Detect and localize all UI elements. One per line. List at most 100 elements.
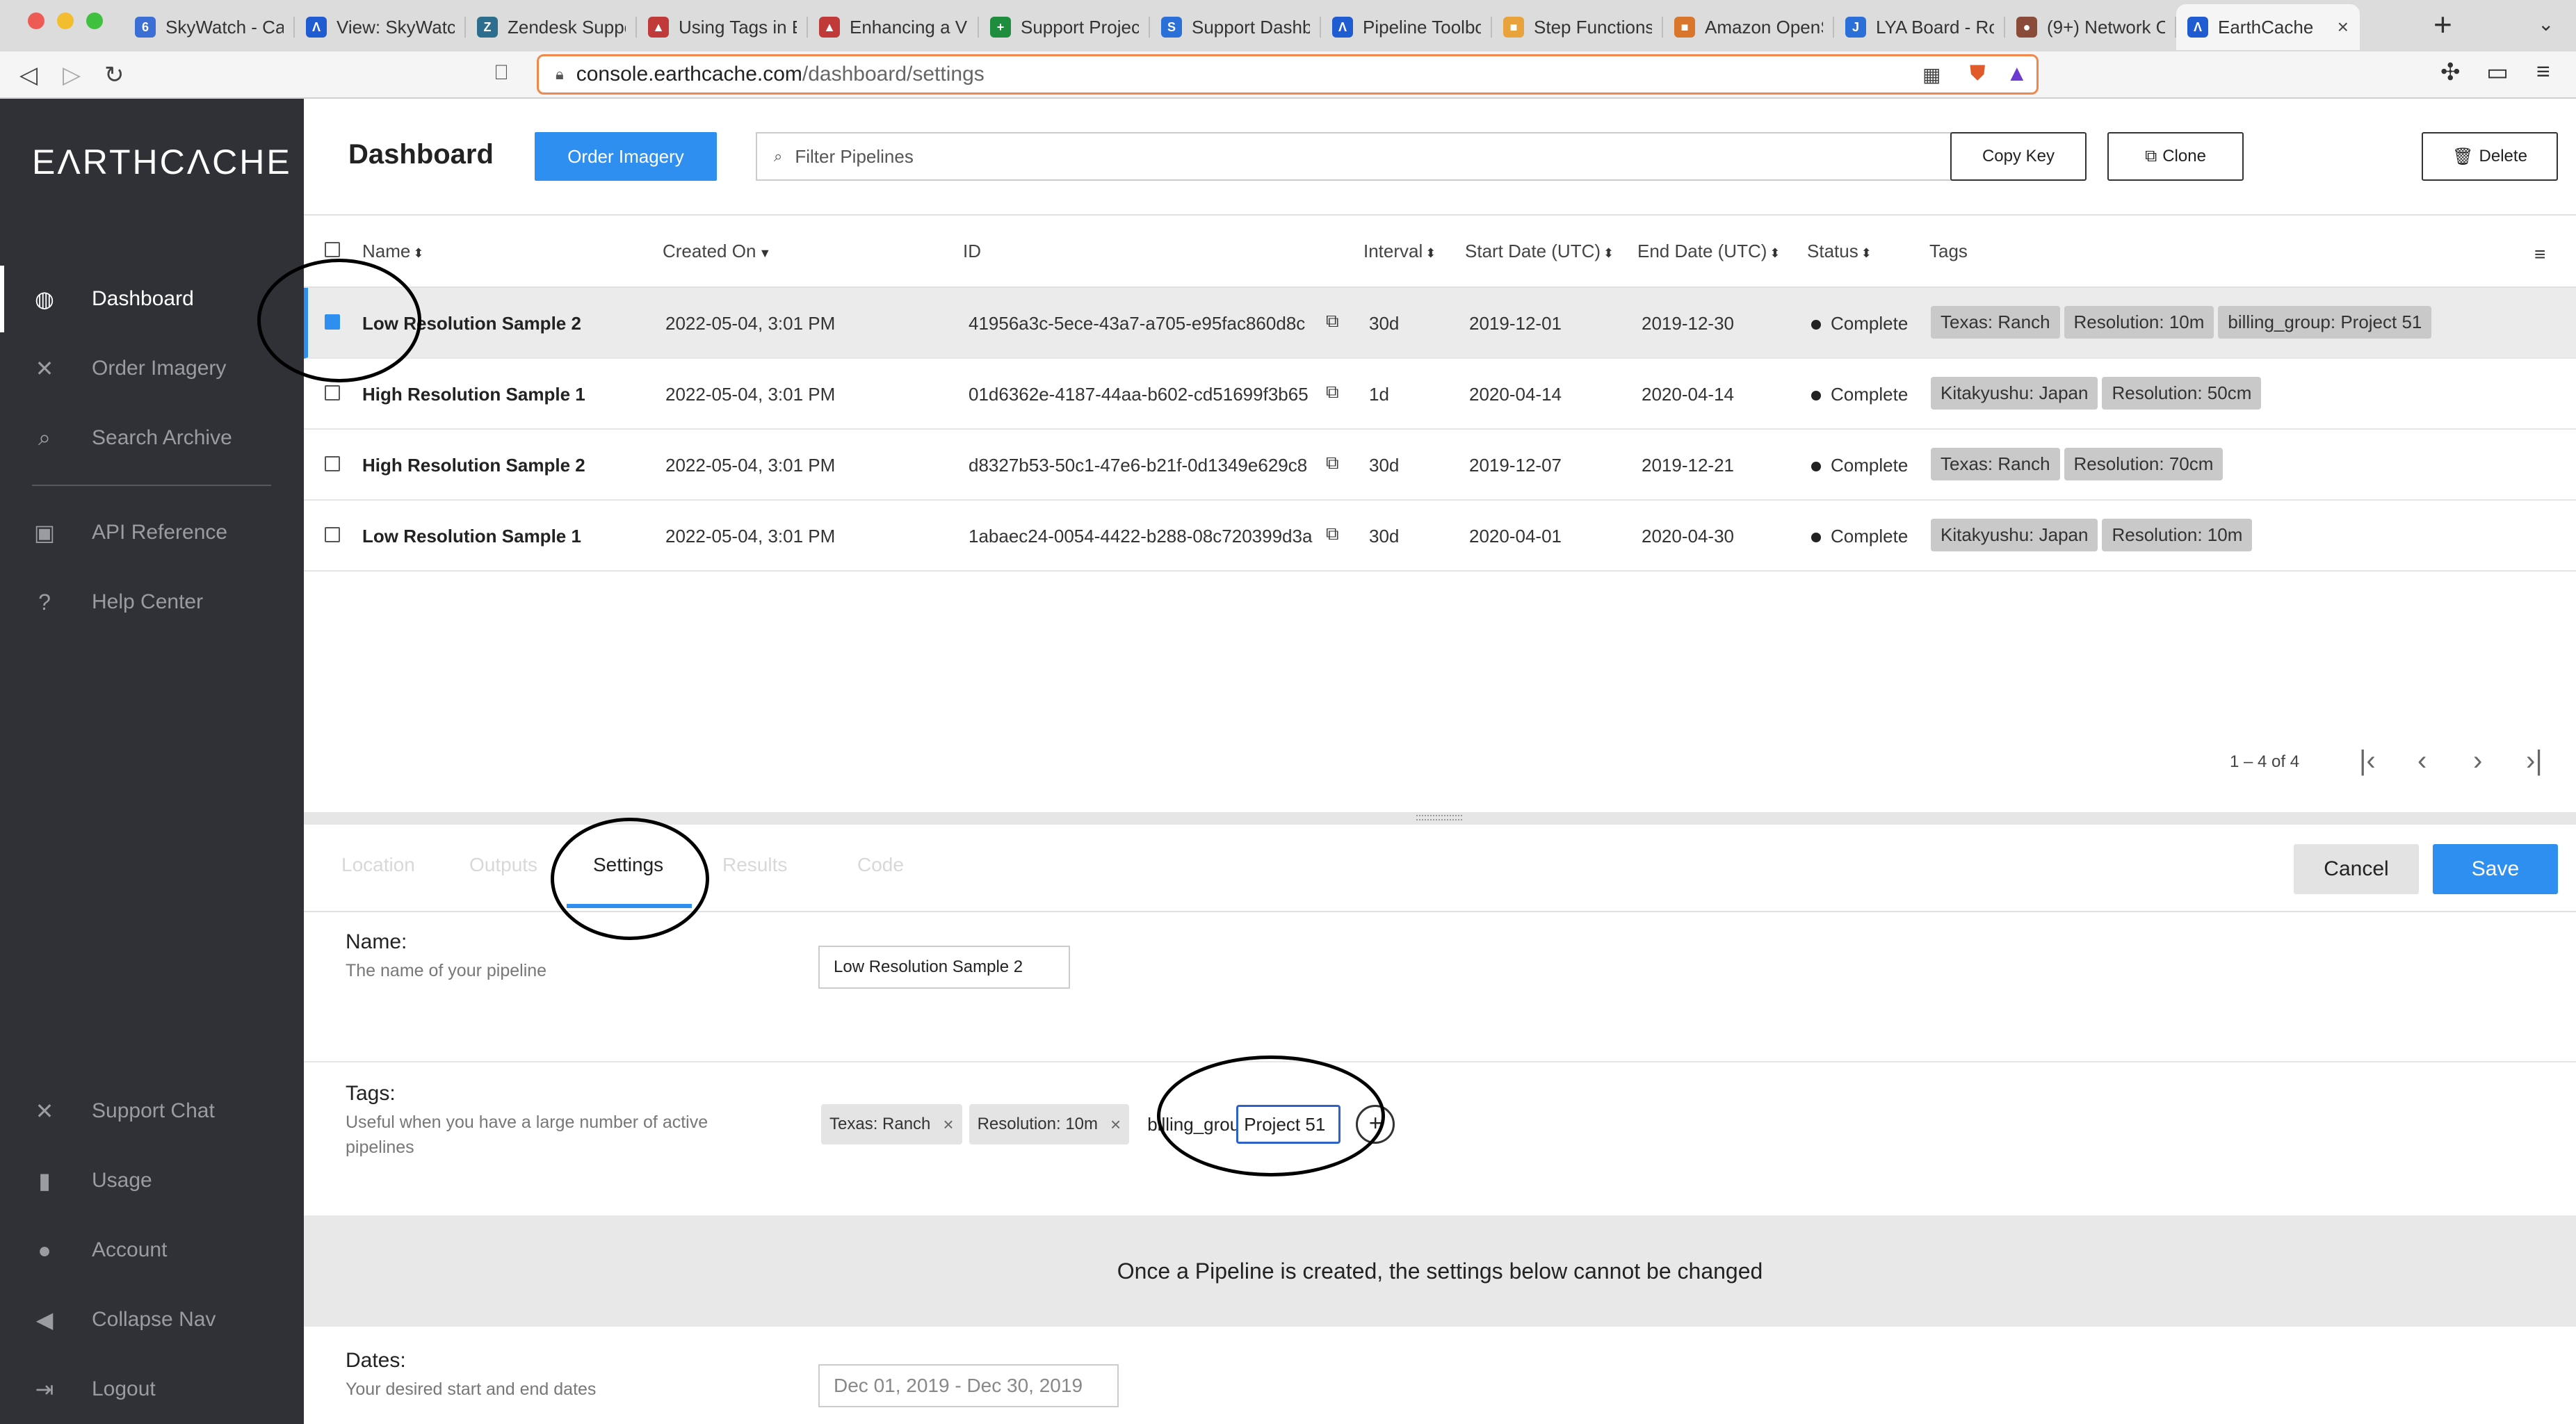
wallet-icon[interactable]: ▭	[2486, 58, 2509, 86]
resize-handle[interactable]	[304, 812, 2576, 825]
sidebar-item-account[interactable]: ● Account	[0, 1217, 304, 1284]
created-on: 2022-05-04, 3:01 PM	[665, 455, 836, 476]
sidebar-item-api-reference[interactable]: ▣ API Reference	[0, 499, 304, 566]
aws-icon: ■	[1674, 17, 1695, 38]
new-tab-button[interactable]: +	[2433, 6, 2452, 43]
delete-button[interactable]: 🗑︎ Delete	[2422, 132, 2558, 181]
browser-tab[interactable]: Λ View: SkyWatch	[295, 4, 466, 50]
copy-icon[interactable]: ⧉	[1326, 523, 1339, 545]
browser-tab[interactable]: ▲ Enhancing a Vis	[808, 4, 979, 50]
sidebar-item-dashboard[interactable]: ◍ Dashboard	[0, 266, 304, 332]
previous-page-icon[interactable]: ‹	[2417, 745, 2427, 777]
browser-tab[interactable]: + Support Project	[979, 4, 1150, 50]
remove-tag-icon[interactable]: ×	[943, 1114, 953, 1135]
column-created-on[interactable]: Created On ▼	[663, 241, 771, 262]
filter-pipelines-input[interactable]	[795, 145, 1908, 168]
reload-icon[interactable]: ↻	[104, 61, 124, 89]
tab-outputs[interactable]: Outputs	[469, 854, 537, 876]
browser-tab[interactable]: Z Zendesk Suppo	[466, 4, 637, 50]
add-tag-button[interactable]: +	[1356, 1105, 1395, 1144]
copy-icon[interactable]: ⧉	[1326, 310, 1339, 332]
copy-key-button[interactable]: Copy Key	[1950, 132, 2087, 181]
sidebar-item-help-center[interactable]: ? Help Center	[0, 569, 304, 636]
name-help: The name of your pipeline	[346, 961, 547, 980]
jira-icon: J	[1845, 17, 1866, 38]
close-tab-icon[interactable]: ×	[2338, 16, 2349, 38]
drag-grip-icon[interactable]	[1416, 815, 1462, 820]
pipeline-name: High Resolution Sample 2	[362, 455, 585, 476]
extensions-puzzle-icon[interactable]: ✣	[2440, 58, 2461, 86]
browser-tab[interactable]: Λ EarthCache ×	[2176, 4, 2360, 50]
tab-code[interactable]: Code	[857, 854, 904, 876]
remove-tag-icon[interactable]: ×	[1110, 1114, 1121, 1135]
tag-key-text[interactable]: billing_group:	[1139, 1114, 1236, 1135]
tab-settings[interactable]: Settings	[593, 854, 663, 876]
browser-tab[interactable]: ■ Step Functions	[1492, 4, 1663, 50]
column-filter-icon[interactable]: ≡	[2534, 243, 2545, 266]
address-bar[interactable]: 🔒︎ console.earthcache.com/dashboard/sett…	[537, 54, 2039, 95]
row-checkbox[interactable]	[325, 314, 340, 330]
sidebar-divider	[32, 485, 271, 486]
tag-chip[interactable]: Resolution: 10m ×	[969, 1104, 1130, 1144]
sidebar-item-search-archive[interactable]: ⌕ Search Archive	[0, 405, 304, 471]
close-window-button[interactable]	[28, 13, 44, 29]
qr-code-icon[interactable]: ▦	[1922, 63, 1941, 86]
pipeline-id: 41956a3c-5ece-43a7-a705-e95fac860d8c	[969, 313, 1306, 334]
tab-list-chevron-icon[interactable]: ⌄	[2538, 13, 2554, 35]
clone-button[interactable]: ⧉ Clone	[2107, 132, 2244, 181]
column-name[interactable]: Name ⬍	[362, 241, 423, 262]
pipeline-name-input[interactable]	[818, 946, 1070, 989]
browser-tab[interactable]: ● (9+) Network O	[2005, 4, 2176, 50]
dates-label: Dates:	[346, 1349, 406, 1372]
cancel-button[interactable]: Cancel	[2294, 844, 2419, 894]
maximize-window-button[interactable]	[86, 13, 103, 29]
sidebar-item-usage[interactable]: ▮ Usage	[0, 1147, 304, 1214]
row-checkbox[interactable]	[325, 456, 340, 471]
first-page-icon[interactable]: |‹	[2359, 745, 2376, 777]
browser-tab-title: View: SkyWatch	[337, 16, 455, 38]
select-all-checkbox[interactable]	[325, 242, 340, 257]
back-arrow-icon[interactable]: ◁	[19, 61, 38, 89]
brave-shield-icon[interactable]: ⛊	[1970, 62, 1986, 86]
browser-tab[interactable]: J LYA Board - Ro	[1834, 4, 2005, 50]
browser-tab[interactable]: S Support Dashbo	[1150, 4, 1321, 50]
browser-tab[interactable]: Λ Pipeline Toolbox	[1321, 4, 1492, 50]
table-row[interactable]: High Resolution Sample 1 2022-05-04, 3:01…	[304, 359, 2576, 430]
brave-rewards-icon[interactable]: ▲	[2006, 60, 2028, 86]
minimize-window-button[interactable]	[57, 13, 74, 29]
last-page-icon[interactable]: ›|	[2526, 745, 2543, 777]
row-checkbox[interactable]	[325, 527, 340, 542]
copy-icon[interactable]: ⧉	[1326, 381, 1339, 403]
column-interval[interactable]: Interval ⬍	[1363, 241, 1436, 262]
sidebar-item-label: Order Imagery	[92, 357, 227, 380]
sidebar-item-collapse-nav[interactable]: ◀ Collapse Nav	[0, 1286, 304, 1353]
column-end-date[interactable]: End Date (UTC) ⬍	[1637, 241, 1780, 262]
tag-value-input[interactable]	[1236, 1105, 1341, 1144]
editing-tag-chip[interactable]: billing_group:	[1136, 1104, 1344, 1144]
logout-icon: ⇥	[35, 1377, 54, 1402]
next-page-icon[interactable]: ›	[2473, 745, 2482, 777]
sidebar-item-support-chat[interactable]: ✕ Support Chat	[0, 1078, 304, 1144]
tab-results[interactable]: Results	[722, 854, 787, 876]
table-row[interactable]: Low Resolution Sample 1 2022-05-04, 3:01 …	[304, 501, 2576, 572]
forward-arrow-icon[interactable]: ▷	[63, 61, 81, 89]
sidebar-item-logout[interactable]: ⇥ Logout	[0, 1356, 304, 1423]
copy-icon[interactable]: ⧉	[1326, 452, 1339, 474]
browser-tab[interactable]: ■ Amazon OpenS	[1663, 4, 1834, 50]
order-imagery-button[interactable]: Order Imagery	[535, 132, 717, 181]
table-row[interactable]: Low Resolution Sample 2 2022-05-04, 3:01 …	[304, 288, 2576, 359]
status-dot-icon	[1811, 462, 1821, 472]
clone-label: Clone	[2162, 147, 2206, 165]
browser-tab[interactable]: 6 SkyWatch - Cal	[124, 4, 295, 50]
browser-tab[interactable]: ▲ Using Tags in E	[637, 4, 808, 50]
sidebar-item-order-imagery[interactable]: ✕ Order Imagery	[0, 335, 304, 402]
tab-location[interactable]: Location	[341, 854, 415, 876]
table-row[interactable]: High Resolution Sample 2 2022-05-04, 3:01…	[304, 430, 2576, 501]
tag-chip[interactable]: Texas: Ranch ×	[821, 1104, 962, 1144]
row-checkbox[interactable]	[325, 385, 340, 400]
column-status[interactable]: Status ⬍	[1807, 241, 1872, 262]
bookmark-icon[interactable]: ⎕	[495, 61, 508, 85]
save-button[interactable]: Save	[2433, 844, 2558, 894]
menu-hamburger-icon[interactable]: ≡	[2536, 58, 2550, 86]
column-start-date[interactable]: Start Date (UTC) ⬍	[1465, 241, 1614, 262]
